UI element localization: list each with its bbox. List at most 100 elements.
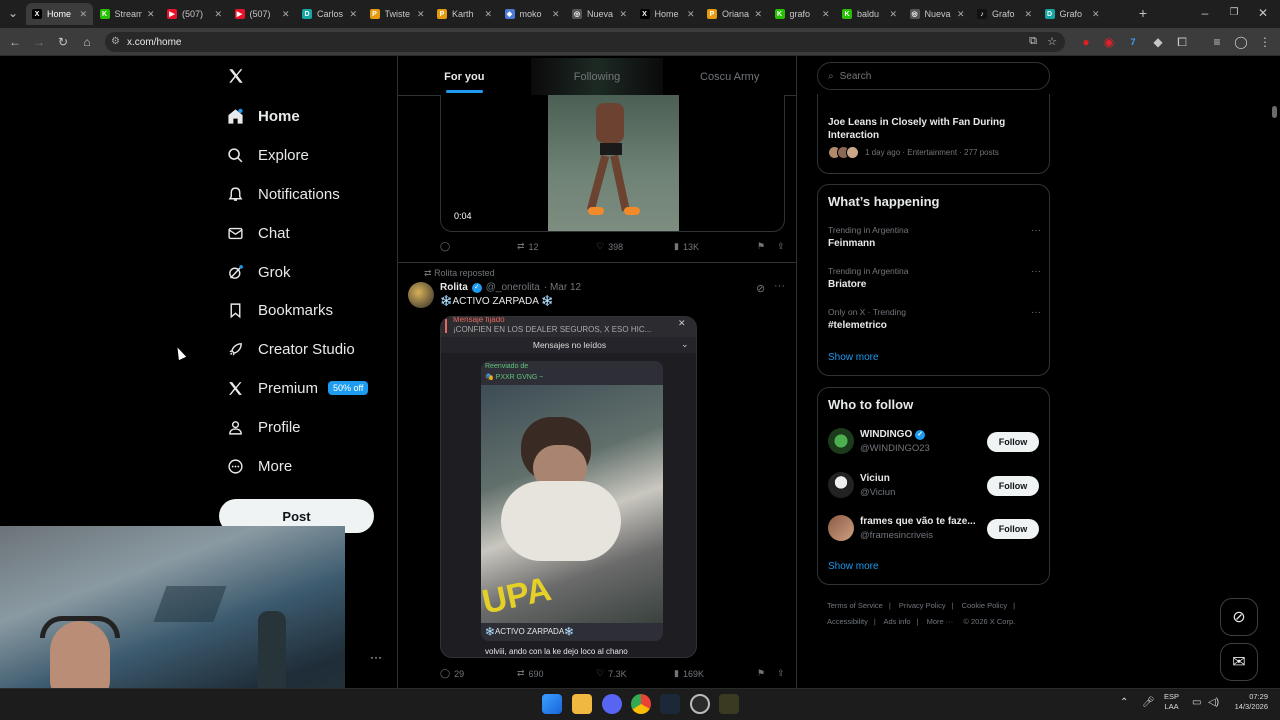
retweet-button[interactable]: ⇄ 12: [517, 241, 596, 252]
tab-for-you[interactable]: For you: [398, 58, 531, 95]
follow-name[interactable]: WINDINGO: [860, 429, 912, 440]
tab-coscu-army[interactable]: Coscu Army: [663, 58, 796, 95]
nav-item-grok[interactable]: Grok: [226, 256, 291, 288]
browser-tab[interactable]: ▶ (507) ✕: [161, 3, 228, 25]
scrollbar-thumb[interactable]: [1272, 106, 1277, 118]
trend-item[interactable]: Trending in Argentina Briatore ···: [828, 266, 1041, 302]
trend-item[interactable]: Only on X · Trending #telemetrico ···: [828, 307, 1041, 343]
browser-menu-icon[interactable]: ⋮: [1258, 35, 1272, 49]
tab-close-icon[interactable]: ✕: [957, 9, 965, 20]
author-name[interactable]: Rolita: [440, 282, 468, 293]
reading-list-icon[interactable]: ≡: [1210, 35, 1224, 49]
install-app-icon[interactable]: ⧉: [1029, 35, 1037, 48]
close-window-icon[interactable]: ✕: [1256, 6, 1270, 20]
follow-handle[interactable]: @framesincriveis: [860, 530, 933, 541]
home-icon[interactable]: ⌂: [80, 35, 94, 49]
trend-more-icon[interactable]: ···: [1031, 307, 1041, 318]
browser-tab[interactable]: P Twiste ✕: [364, 3, 431, 25]
x-logo-icon[interactable]: [227, 67, 245, 85]
account-more-icon[interactable]: ···: [370, 650, 382, 664]
trend-item[interactable]: Trending in Argentina Feinmann ···: [828, 225, 1041, 261]
tray-chevron-icon[interactable]: ⌃: [1120, 697, 1128, 708]
show-more-trends-link[interactable]: Show more: [828, 352, 879, 363]
footer-link[interactable]: Cookie Policy: [962, 601, 1007, 610]
footer-link[interactable]: Privacy Policy: [899, 601, 946, 610]
nav-item-creator-studio[interactable]: Creator Studio: [226, 333, 355, 365]
site-info-icon[interactable]: ⚙: [111, 36, 120, 47]
follow-button[interactable]: Follow: [987, 519, 1039, 539]
file-explorer-icon[interactable]: [572, 694, 592, 714]
tab-close-icon[interactable]: ✕: [687, 9, 695, 20]
windows-start-icon[interactable]: [542, 694, 562, 714]
extension-record-icon[interactable]: ◉: [1102, 35, 1116, 49]
grok-icon[interactable]: ⊘: [756, 282, 765, 295]
author-handle[interactable]: @_onerolita: [486, 282, 540, 293]
messages-float-button[interactable]: ✉: [1220, 643, 1258, 681]
tab-close-icon[interactable]: ✕: [349, 9, 357, 20]
retweet-button[interactable]: ⇄ 690: [517, 668, 596, 679]
browser-tab[interactable]: K Stream ✕: [94, 3, 161, 25]
browser-tab[interactable]: P Oriana ✕: [701, 3, 768, 25]
tab-close-icon[interactable]: ✕: [484, 9, 492, 20]
tab-close-icon[interactable]: ✕: [822, 9, 830, 20]
follow-button[interactable]: Follow: [987, 432, 1039, 452]
avatar[interactable]: [828, 515, 854, 541]
tab-close-icon[interactable]: ✕: [282, 9, 290, 20]
tab-close-icon[interactable]: ✕: [889, 9, 897, 20]
volume-icon[interactable]: ◁): [1208, 697, 1219, 708]
profile-icon[interactable]: ◯: [1234, 35, 1248, 49]
forward-icon[interactable]: →: [32, 35, 46, 49]
tab-close-icon[interactable]: ✕: [214, 9, 222, 20]
trend-more-icon[interactable]: ···: [1031, 225, 1041, 236]
video-media[interactable]: 0:04: [440, 95, 785, 232]
back-icon[interactable]: ←: [8, 35, 22, 49]
bookmark-button[interactable]: ⚑: [757, 241, 777, 252]
bookmark-star-icon[interactable]: ☆: [1047, 35, 1057, 48]
browser-tab[interactable]: X Home ✕: [634, 3, 701, 25]
tab-close-icon[interactable]: ✕: [147, 9, 155, 20]
browser-tab[interactable]: ◆ moko ✕: [499, 3, 566, 25]
microphone-icon[interactable]: 🎤︎: [1142, 697, 1155, 708]
follow-button[interactable]: Follow: [987, 475, 1039, 496]
trend-more-icon[interactable]: ···: [1031, 266, 1041, 277]
search-input[interactable]: [839, 70, 1020, 82]
avatar[interactable]: [828, 471, 854, 498]
follow-name[interactable]: Viciun: [860, 473, 890, 484]
nav-item-bookmarks[interactable]: Bookmarks: [226, 294, 333, 326]
tab-close-icon[interactable]: ✕: [619, 9, 627, 20]
nav-item-notifications[interactable]: Notifications: [226, 178, 340, 210]
share-icon[interactable]: ⇪: [777, 241, 785, 252]
news-card[interactable]: Joe Leans in Closely with Fan During Int…: [817, 94, 1050, 174]
tab-close-icon[interactable]: ✕: [754, 9, 762, 20]
extension-diamond-icon[interactable]: ◆: [1151, 35, 1165, 49]
footer-link[interactable]: More ···: [927, 617, 954, 626]
browser-tab[interactable]: D Grafo ✕: [1039, 3, 1106, 25]
reload-icon[interactable]: ↻: [56, 35, 70, 49]
chrome-icon[interactable]: [631, 694, 651, 714]
tab-following[interactable]: Following: [530, 58, 664, 95]
avatar[interactable]: [408, 282, 434, 308]
steam-icon[interactable]: [660, 694, 680, 714]
address-bar[interactable]: ⚙ x.com/home ⧉ ☆: [105, 32, 1065, 52]
like-button[interactable]: ♡ 398: [596, 241, 674, 252]
footer-link[interactable]: Terms of Service: [827, 601, 883, 610]
follow-name[interactable]: frames que vão te faze...: [860, 516, 976, 527]
nav-item-premium[interactable]: Premium 50% off: [226, 372, 369, 404]
browser-tab[interactable]: ◎ Nueva ✕: [566, 3, 633, 25]
tab-search-icon[interactable]: ⌄: [6, 6, 20, 20]
app-icon[interactable]: [719, 694, 739, 714]
new-tab-icon[interactable]: +: [1136, 6, 1150, 20]
restore-icon[interactable]: ❐: [1227, 6, 1241, 20]
nav-item-explore[interactable]: Explore: [226, 139, 309, 171]
scrollbar-track[interactable]: [1270, 58, 1278, 688]
reply-button[interactable]: ◯ 29: [440, 668, 517, 679]
follow-handle[interactable]: @WINDINGO23: [860, 443, 930, 454]
extension-7tv-icon[interactable]: 7: [1126, 35, 1140, 49]
browser-tab[interactable]: D Carlos ✕: [296, 3, 363, 25]
grok-float-button[interactable]: ⊘: [1220, 598, 1258, 636]
footer-link[interactable]: Ads info: [883, 617, 910, 626]
nav-item-profile[interactable]: Profile: [226, 411, 301, 443]
browser-tab[interactable]: X Home ✕: [26, 3, 93, 25]
browser-tab[interactable]: ♪ Grafo ✕: [971, 3, 1038, 25]
follow-handle[interactable]: @Viciun: [860, 487, 895, 498]
